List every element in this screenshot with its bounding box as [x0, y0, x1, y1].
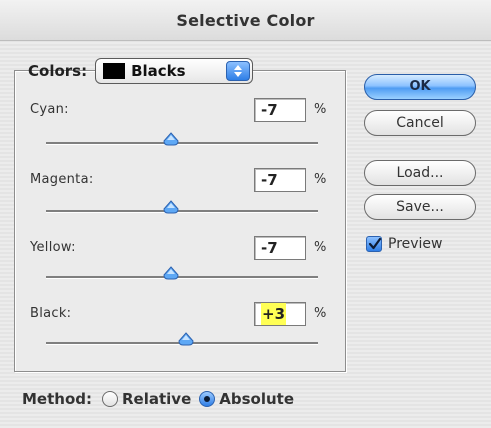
- relative-radio-label[interactable]: Relative: [122, 390, 191, 408]
- magenta-slider-track[interactable]: [46, 210, 318, 212]
- magenta-label: Magenta:: [30, 172, 94, 187]
- black-value-selection: +3: [261, 303, 287, 325]
- cyan-percent-label: %: [314, 102, 327, 117]
- dialog-title: Selective Color: [176, 11, 315, 30]
- method-label: Method:: [22, 390, 92, 408]
- preview-checkbox[interactable]: [366, 236, 382, 252]
- title-bar: Selective Color: [0, 0, 491, 41]
- yellow-label: Yellow:: [30, 240, 76, 255]
- yellow-slider-track[interactable]: [46, 276, 318, 278]
- color-swatch: [103, 63, 126, 79]
- preview-label: Preview: [388, 236, 443, 252]
- yellow-slider-thumb-icon[interactable]: [163, 266, 179, 280]
- cyan-value-field[interactable]: -7: [254, 98, 306, 122]
- load-button[interactable]: Load...: [364, 160, 476, 186]
- cyan-slider-thumb-icon[interactable]: [163, 132, 179, 146]
- absolute-radio-label[interactable]: Absolute: [219, 390, 294, 408]
- preview-checkbox-row[interactable]: Preview: [366, 236, 443, 252]
- colors-label: Colors:: [28, 62, 88, 80]
- cancel-button[interactable]: Cancel: [364, 110, 476, 136]
- magenta-percent-label: %: [314, 172, 327, 187]
- dropdown-arrows-icon: [226, 61, 251, 81]
- colors-dropdown-value: Blacks: [131, 62, 186, 80]
- magenta-value-field[interactable]: -7: [254, 168, 306, 192]
- black-slider-thumb-icon[interactable]: [178, 332, 194, 346]
- method-row: Method: Relative Absolute: [22, 390, 302, 408]
- ok-button[interactable]: OK: [364, 74, 476, 100]
- save-button[interactable]: Save...: [364, 194, 476, 220]
- absolute-radio[interactable]: [199, 391, 216, 407]
- magenta-slider-thumb-icon[interactable]: [163, 200, 179, 214]
- relative-radio[interactable]: [102, 391, 118, 407]
- selective-color-dialog: Selective Color Colors: Blacks Cyan: -7 …: [0, 0, 491, 428]
- black-value-field[interactable]: +3: [254, 302, 306, 326]
- yellow-percent-label: %: [314, 240, 327, 255]
- colors-row: Colors: Blacks: [28, 56, 254, 86]
- black-percent-label: %: [314, 306, 327, 321]
- colors-dropdown[interactable]: Blacks: [95, 58, 254, 84]
- checkmark-icon: [368, 237, 382, 250]
- yellow-value-field[interactable]: -7: [254, 236, 306, 260]
- cyan-label: Cyan:: [30, 102, 69, 117]
- cyan-slider-track[interactable]: [46, 142, 318, 144]
- black-label: Black:: [30, 306, 72, 321]
